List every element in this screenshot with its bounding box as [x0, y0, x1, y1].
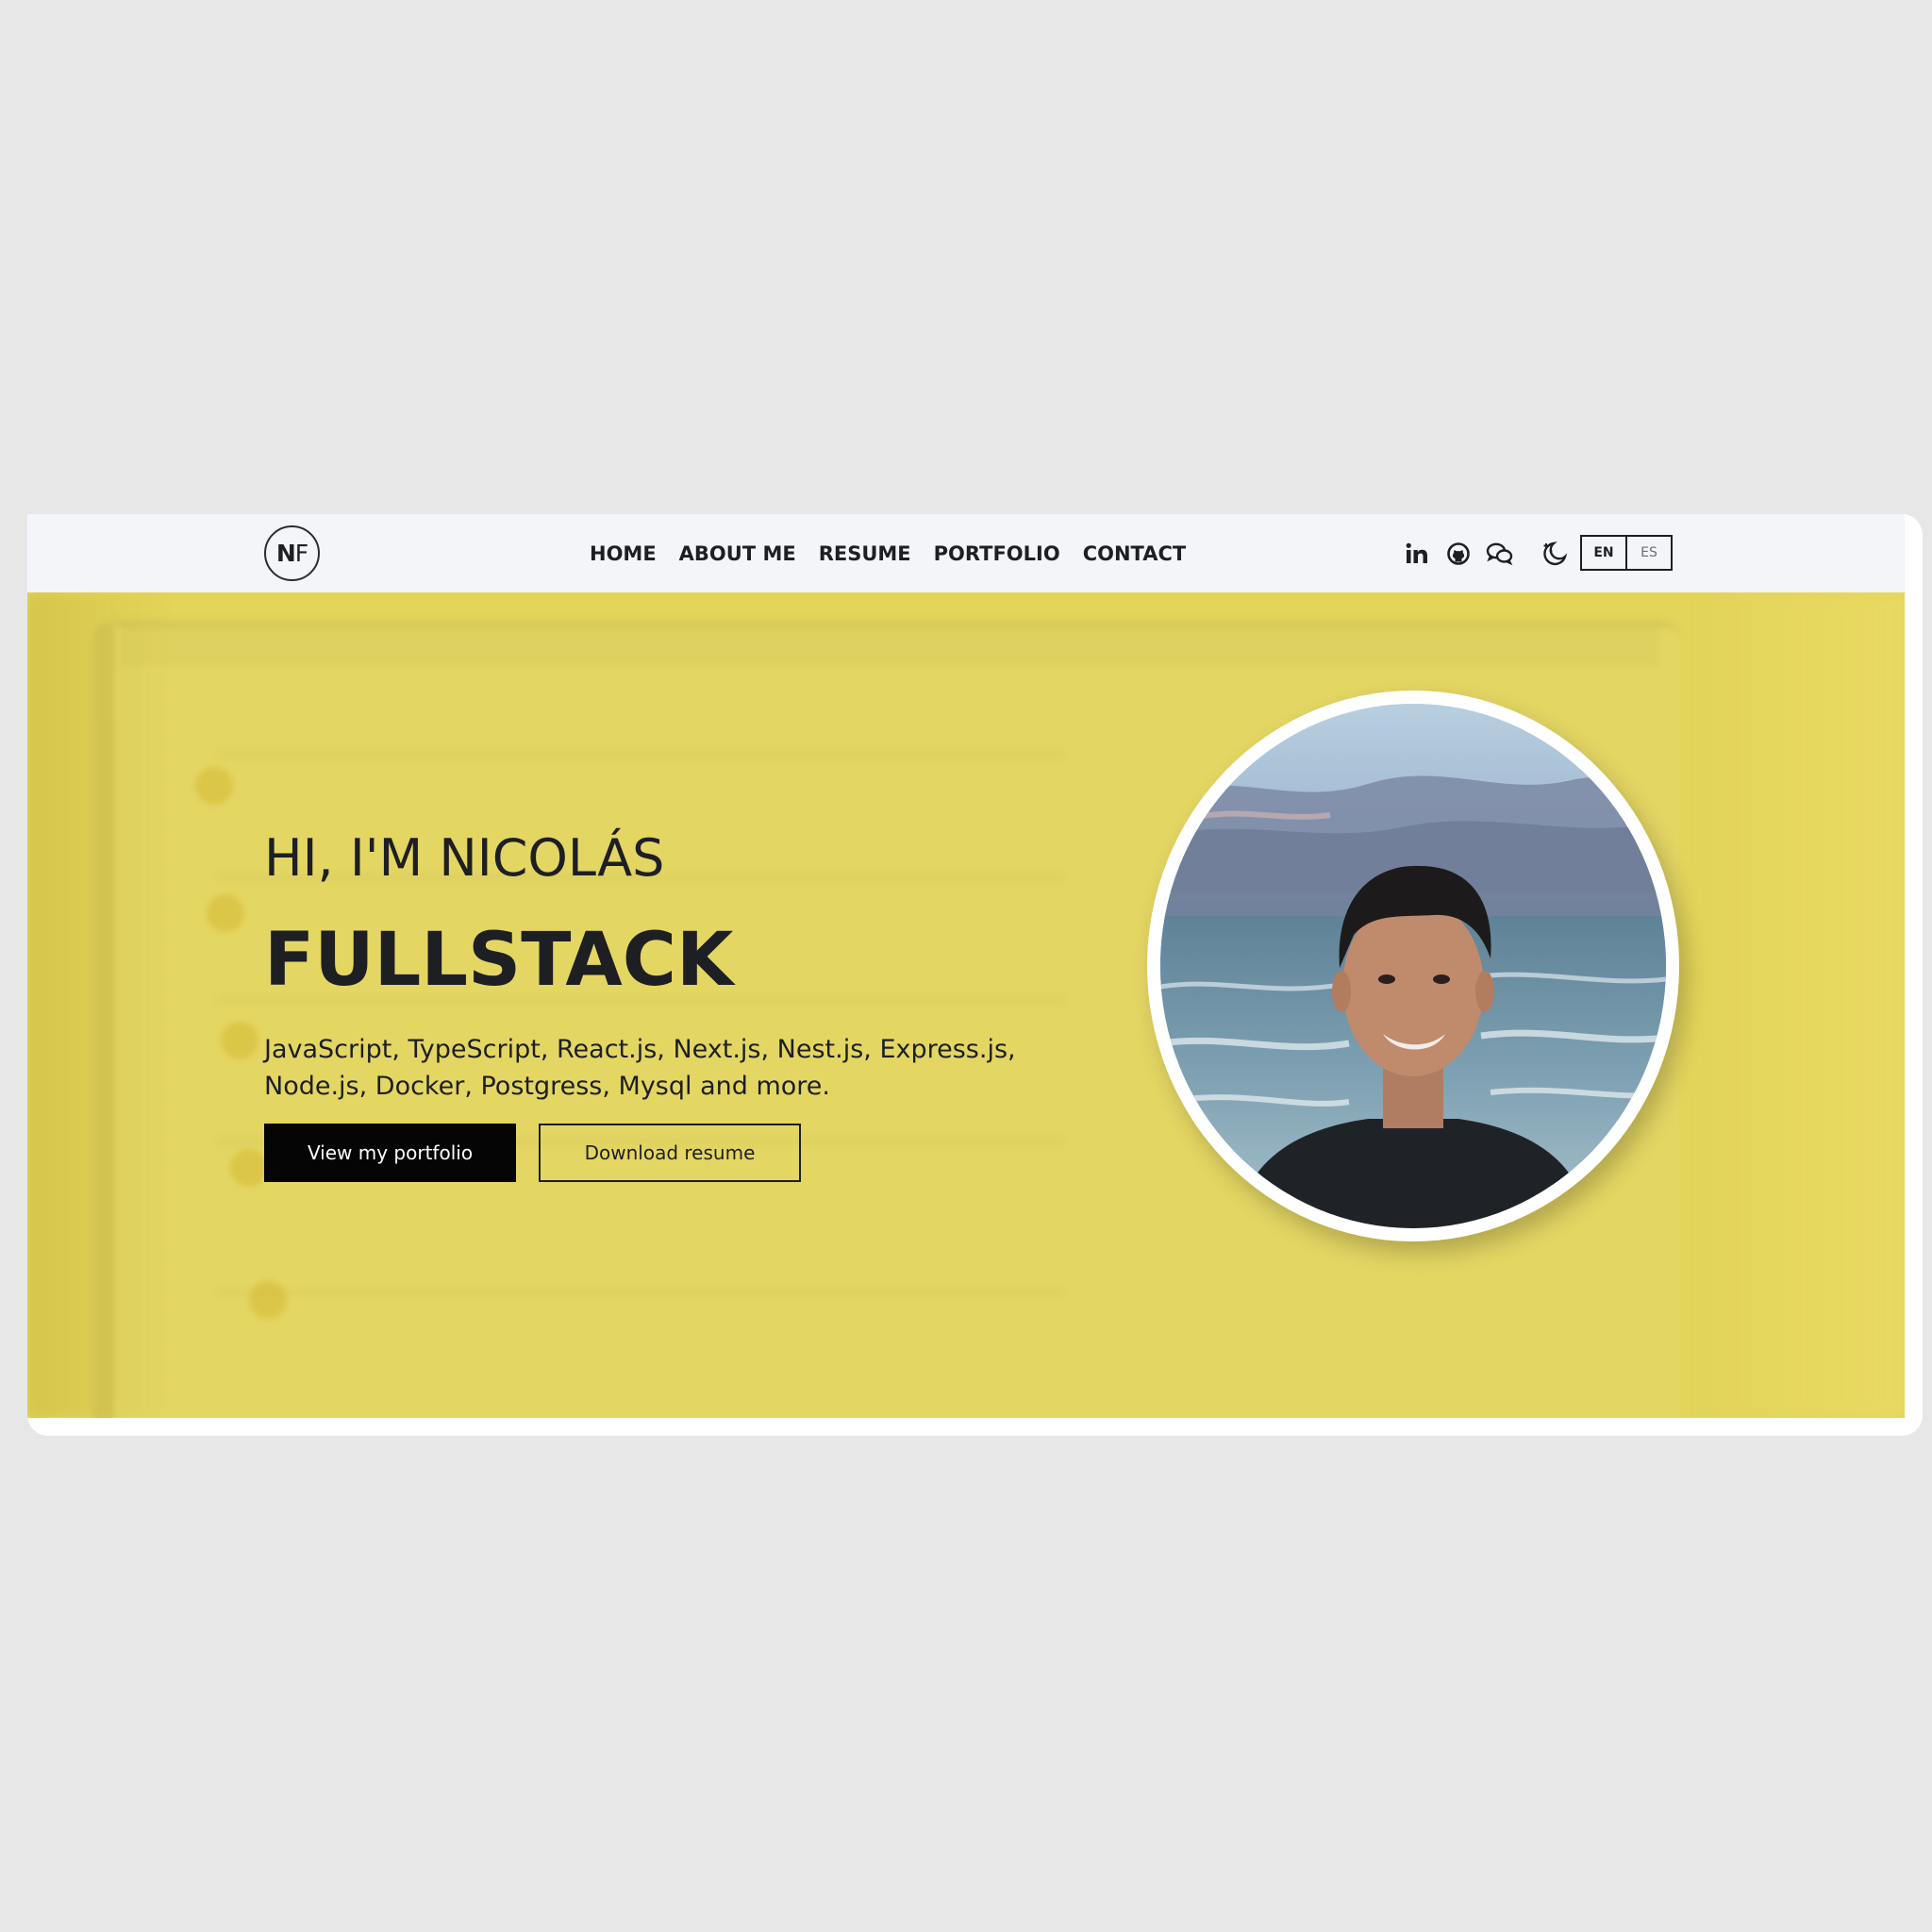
background-dot [230, 1149, 268, 1187]
background-dot [221, 1022, 258, 1059]
lang-en-button[interactable]: EN [1582, 537, 1627, 569]
github-icon[interactable] [1443, 539, 1474, 569]
hero-skills: JavaScript, TypeScript, React.js, Next.j… [264, 1034, 1016, 1101]
theme-toggle-icon[interactable] [1540, 539, 1570, 569]
view-portfolio-button[interactable]: View my portfolio [264, 1124, 516, 1183]
hero-buttons: View my portfolio Download resume [264, 1124, 1132, 1183]
logo-letter-n: N [275, 540, 296, 567]
main-menu: HOME ABOUT ME RESUME PORTFOLIO CONTACT [590, 539, 1208, 569]
linkedin-icon[interactable] [1402, 539, 1432, 569]
social-links [1402, 537, 1581, 571]
download-resume-button[interactable]: Download resume [539, 1124, 801, 1183]
logo-letter-f: F [294, 540, 308, 567]
nav-resume-link[interactable]: RESUME [819, 542, 911, 565]
profile-photo [1147, 691, 1679, 1241]
language-switcher: EN ES [1580, 535, 1673, 571]
hero-section: HI, I'M NICOLÁS FULLSTACK JavaScript, Ty… [27, 592, 1905, 1418]
background-light-edge [1697, 592, 1905, 1418]
profile-photo-illustration [1160, 704, 1666, 1228]
nav-contact-link[interactable]: CONTACT [1083, 542, 1187, 565]
site-logo[interactable]: NF [264, 525, 320, 581]
hero-role: FULLSTACK [264, 917, 734, 1003]
nav-about-me-link[interactable]: ABOUT ME [679, 542, 796, 565]
hero-content: HI, I'M NICOLÁS FULLSTACK JavaScript, Ty… [264, 828, 1132, 1183]
background-dot [249, 1281, 287, 1319]
browser-viewport: NF HOME ABOUT ME RESUME PORTFOLIO CONTAC… [27, 514, 1923, 1436]
background-row [216, 753, 1065, 757]
nav-portfolio-link[interactable]: PORTFOLIO [934, 542, 1060, 565]
hero-greeting: HI, I'M NICOLÁS [264, 828, 665, 888]
nav-home-link[interactable]: HOME [590, 542, 657, 565]
background-image-bar [122, 625, 1659, 666]
background-dot [207, 894, 244, 932]
lang-es-button[interactable]: ES [1627, 537, 1671, 569]
navbar: NF HOME ABOUT ME RESUME PORTFOLIO CONTAC… [27, 514, 1905, 592]
background-dot [195, 767, 233, 805]
wechat-icon[interactable] [1485, 539, 1515, 569]
background-row [216, 1291, 1065, 1294]
